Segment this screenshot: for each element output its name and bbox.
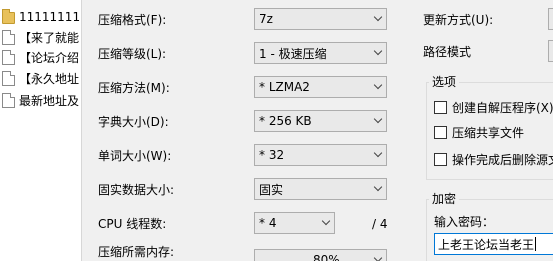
- path-mode-select[interactable]: [548, 40, 553, 62]
- chevron-down-icon: [369, 250, 386, 261]
- document-icon: [2, 29, 15, 45]
- method-value: * LZMA2: [259, 80, 310, 94]
- delete-after-label: 操作完成后删除源文: [452, 153, 553, 167]
- level-value: 1 - 极速压缩: [259, 46, 327, 61]
- level-select[interactable]: 1 - 极速压缩: [254, 42, 387, 64]
- shared-files-checkbox[interactable]: [434, 126, 447, 139]
- shared-files-label: 压缩共享文件: [452, 126, 525, 140]
- password-value: 上老王论坛当老王: [438, 237, 535, 252]
- folder-icon: [2, 9, 15, 24]
- document-icon: [2, 92, 15, 108]
- path-mode-label: 路径模式: [423, 45, 472, 59]
- sfx-checkbox-row[interactable]: 创建自解压程序(X): [434, 99, 553, 116]
- format-label: 压缩格式(F):: [98, 13, 167, 27]
- text-caret: [535, 237, 537, 251]
- solid-select[interactable]: 固实: [254, 178, 387, 200]
- threads-label: CPU 线程数:: [98, 217, 167, 231]
- dict-select[interactable]: * 256 KB: [254, 110, 387, 132]
- chevron-down-icon: [369, 145, 386, 165]
- file-name: 【来了就能: [19, 30, 80, 45]
- chevron-down-icon: [369, 77, 386, 97]
- memory-value: 80%: [313, 253, 340, 261]
- document-icon: [2, 49, 15, 65]
- file-list-item[interactable]: 最新地址及: [2, 90, 79, 110]
- threads-select[interactable]: * 4: [254, 212, 335, 234]
- method-select[interactable]: * LZMA2: [254, 76, 387, 98]
- file-name: 【论坛介绍: [19, 50, 80, 65]
- chevron-down-icon: [369, 179, 386, 199]
- file-list-item[interactable]: 【永久地址: [2, 68, 79, 88]
- chevron-down-icon: [369, 111, 386, 131]
- file-list-item[interactable]: 11111111: [2, 7, 80, 27]
- solid-label: 固实数据大小:: [98, 183, 175, 197]
- method-label: 压缩方法(M):: [98, 81, 170, 95]
- memory-label: 压缩所需内存:: [98, 245, 175, 259]
- delete-after-checkbox[interactable]: [434, 153, 447, 166]
- threads-total: / 4: [372, 217, 388, 231]
- file-list-item[interactable]: 【来了就能: [2, 27, 79, 47]
- delete-after-checkbox-row[interactable]: 操作完成后删除源文: [434, 151, 553, 168]
- sfx-label: 创建自解压程序(X): [452, 101, 553, 115]
- memory-select[interactable]: 80%: [254, 249, 387, 261]
- password-input[interactable]: 上老王论坛当老王: [434, 233, 553, 255]
- file-list[interactable]: 11111111 【来了就能 【论坛介绍 【永久地址 最新地址及: [0, 0, 82, 261]
- level-label: 压缩等级(L):: [98, 47, 167, 61]
- word-value: * 32: [259, 148, 285, 162]
- dict-value: * 256 KB: [259, 114, 312, 128]
- format-value: 7z: [259, 12, 273, 26]
- options-title: 选项: [429, 74, 460, 90]
- chevron-down-icon: [369, 9, 386, 29]
- word-label: 单词大小(W):: [98, 149, 172, 163]
- format-select[interactable]: 7z: [254, 8, 387, 30]
- word-select[interactable]: * 32: [254, 144, 387, 166]
- sfx-checkbox[interactable]: [434, 101, 447, 114]
- encryption-title: 加密: [429, 191, 460, 207]
- chevron-down-icon: [369, 43, 386, 63]
- shared-files-checkbox-row[interactable]: 压缩共享文件: [434, 124, 524, 141]
- password-label: 输入密码：: [434, 215, 495, 229]
- threads-value: * 4: [259, 216, 277, 230]
- document-icon: [2, 70, 15, 86]
- file-name: 11111111: [19, 10, 81, 24]
- update-mode-select[interactable]: [548, 8, 553, 30]
- file-list-item[interactable]: 【论坛介绍: [2, 47, 79, 67]
- file-name: 最新地址及: [19, 93, 80, 108]
- update-mode-label: 更新方式(U):: [423, 13, 494, 27]
- dict-label: 字典大小(D):: [98, 115, 169, 129]
- file-name: 【永久地址: [19, 71, 80, 86]
- solid-value: 固实: [259, 182, 284, 197]
- chevron-down-icon: [317, 213, 334, 233]
